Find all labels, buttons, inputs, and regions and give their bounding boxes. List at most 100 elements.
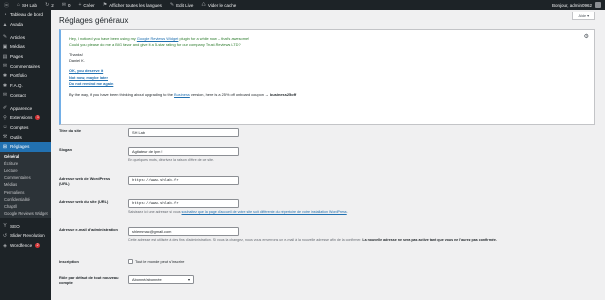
comments-menu[interactable]: ✉ 0 [58, 0, 75, 10]
membership-checkbox[interactable] [128, 259, 133, 265]
cache-icon: ♺ [201, 2, 206, 8]
sidebar-item-label: Médias [10, 44, 25, 50]
comment-icon: ✉ [61, 2, 66, 8]
sidebar-item-plugins[interactable]: ⚲ Extensions 1 [0, 113, 51, 123]
site-url-input[interactable]: https://www.shlab.fr [128, 199, 239, 208]
sidebar-item-slider-revolution[interactable]: ↺ Slider Revolution [0, 231, 51, 241]
default-role-select[interactable]: Abonné/abonnée ▾ [128, 275, 194, 284]
account-menu[interactable]: Bonjour, admin0962 [552, 0, 601, 10]
desc-text: . [346, 210, 348, 214]
clear-cache-label: Vider le cache [207, 2, 237, 8]
rate-ok-link[interactable]: OK, you deserve it [69, 68, 103, 73]
wp-url-input[interactable]: https://www.shlab.fr [128, 176, 239, 185]
avada-icon: ▲ [2, 21, 8, 28]
mail-icon: ✉ [2, 92, 8, 99]
wp-url-label: Adresse web de WordPress (URL) [59, 176, 111, 186]
edit-live-label: Edit Live [176, 2, 194, 8]
plus-icon: + [78, 2, 82, 8]
site-title-input[interactable]: SH Lab [128, 128, 239, 137]
slider-icon: ↺ [2, 232, 8, 239]
portfolio-icon: ✱ [2, 72, 8, 79]
submenu-item-discussion[interactable]: Commentaires [0, 174, 51, 181]
sidebar-item-pages[interactable]: ▤ Pages [0, 52, 51, 62]
plugin-icon: ⚲ [3, 114, 7, 121]
submenu-item-permalinks[interactable]: Permaliens [0, 189, 51, 196]
edit-icon: ✎ [169, 2, 175, 8]
site-name: SH Lab [22, 2, 38, 8]
sidebar-item-seo[interactable]: Y SEO [0, 221, 51, 231]
wp-logo-menu[interactable]: ⓦ [0, 0, 13, 10]
submenu-item-media[interactable]: Médias [0, 181, 51, 188]
sidebar-item-label: Portfolio [10, 73, 27, 79]
sidebar-item-users[interactable]: ☺ Comptes [0, 123, 51, 133]
sidebar-item-label: Contact [10, 92, 26, 98]
new-label: Créer [83, 2, 95, 8]
site-url-help-link[interactable]: souhaitez que la page d'accueil de votre… [182, 210, 347, 214]
site-name-menu[interactable]: ⌂ SH Lab [13, 0, 41, 10]
new-content-menu[interactable]: + Créer [75, 0, 99, 10]
tools-icon: ⚒ [2, 134, 8, 141]
admin-email-input[interactable]: shlemmac@gmail.com [128, 227, 239, 236]
edit-live-menu[interactable]: ✎ Edit Live [166, 0, 197, 10]
business-link[interactable]: Business [174, 92, 190, 97]
avatar [595, 2, 601, 8]
submenu-item-writing[interactable]: Écriture [0, 160, 51, 167]
wordpress-icon: ⓦ [4, 2, 10, 9]
sidebar-item-avada[interactable]: ▲ Avada [0, 20, 51, 30]
notice-links: OK, you deserve it Not now, maybe later … [69, 68, 586, 87]
user-icon: ☺ [2, 124, 8, 131]
sidebar-item-faq[interactable]: ✱ F.A.Q. [0, 81, 51, 91]
sidebar-item-dashboard[interactable]: ◔ Tableau de bord [0, 10, 51, 20]
help-tab-button[interactable]: Aide ▾ [572, 12, 595, 20]
sidebar-item-portfolio[interactable]: ✱ Portfolio [0, 71, 51, 81]
page-icon: ▤ [2, 53, 8, 60]
submenu-item-chaptll[interactable]: Chaptll [0, 203, 51, 210]
chevron-down-icon: ▾ [188, 277, 190, 282]
admin-email-description: Cette adresse est utilisée à des fins d'… [128, 238, 497, 242]
home-icon: ⌂ [17, 2, 21, 8]
tagline-description: En quelques mots, décrivez la raison d'ê… [128, 158, 214, 162]
settings-icon: ⊞ [2, 143, 8, 150]
rate-never-link[interactable]: Do not remind me again [69, 81, 113, 86]
rate-later-link[interactable]: Not now, maybe later [69, 75, 108, 80]
sidebar-item-appearance[interactable]: ✐ Apparence [0, 103, 51, 113]
sidebar-item-medias[interactable]: ▣ Médias [0, 42, 51, 52]
submenu-item-privacy[interactable]: Confidentialité [0, 196, 51, 203]
notice-upgrade: By the way, if you have been thinking ab… [69, 92, 586, 98]
updates-count: 2 [51, 2, 54, 8]
desc-text: Saisissez ici une adresse si vous [128, 210, 182, 214]
gear-icon[interactable]: ⚙ [584, 33, 589, 40]
plugin-link[interactable]: Google Reviews Widget [137, 36, 179, 41]
sidebar-item-tools[interactable]: ⚒ Outils [0, 132, 51, 142]
sidebar-item-label: Outils [10, 134, 22, 140]
pin-icon: ✎ [2, 34, 8, 41]
updates-menu[interactable]: ↻ 2 [41, 0, 58, 10]
sidebar-item-label: Articles [10, 34, 26, 40]
default-role-value: Abonné/abonnée [132, 277, 162, 282]
main-content: Aide ▾ Réglages généraux ⚙ Hey, I noticed… [51, 10, 605, 300]
sidebar-item-label: SEO [10, 223, 20, 229]
site-url-label: Adresse web du site (URL) [59, 199, 109, 204]
membership-checkbox-label[interactable]: Tout le monde peut s'inscrire [135, 259, 184, 264]
sidebar-item-label: Commentaires [10, 63, 40, 69]
seo-icon: Y [3, 223, 7, 230]
sidebar-item-settings[interactable]: ⊞ Réglages [0, 141, 51, 152]
languages-label: Afficher toutes les langues [109, 2, 162, 8]
settings-submenu: Général Écriture Lecture Commentaires Mé… [0, 151, 51, 219]
desc-bold: La nouvelle adresse ne sera pas active t… [362, 238, 497, 242]
refresh-icon: ↻ [45, 2, 50, 8]
sidebar-item-contact[interactable]: ✉ Contact [0, 91, 51, 101]
submenu-item-reading[interactable]: Lecture [0, 167, 51, 174]
comment-icon: ✉ [2, 63, 8, 70]
languages-menu[interactable]: ⚑ Afficher toutes les langues [99, 0, 166, 10]
clear-cache-menu[interactable]: ♺ Vider le cache [197, 0, 240, 10]
submenu-item-general[interactable]: Général [0, 153, 51, 160]
faq-icon: ✱ [2, 82, 8, 89]
submenu-item-google-reviews[interactable]: Google Reviews Widget [0, 210, 51, 217]
sidebar-item-wordfence[interactable]: ◈ Wordfence 2 [0, 241, 51, 251]
sidebar-item-articles[interactable]: ✎ Articles [0, 32, 51, 42]
sidebar-item-label: Avada [10, 22, 23, 28]
tagline-input[interactable]: Agitateur de lpm ! [128, 147, 239, 156]
sidebar-item-comments[interactable]: ✉ Commentaires [0, 61, 51, 71]
comments-count: 0 [67, 2, 71, 8]
